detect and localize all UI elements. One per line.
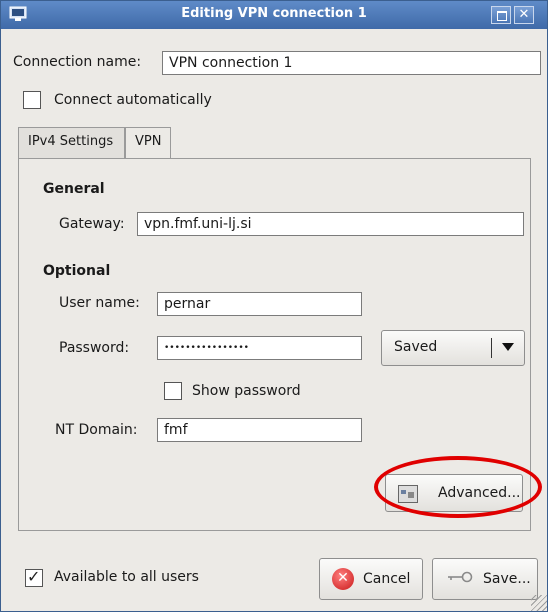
show-password-checkbox[interactable] — [164, 382, 182, 400]
cancel-button-label: Cancel — [363, 571, 411, 587]
general-heading: General — [43, 181, 105, 197]
tab-vpn[interactable]: VPN — [125, 127, 171, 160]
advanced-button[interactable]: Advanced... — [385, 474, 523, 512]
available-to-all-users-checkbox[interactable] — [25, 567, 43, 587]
connection-name-label-text: Connection name: — [13, 54, 142, 70]
advanced-icon — [398, 485, 418, 503]
username-input[interactable]: pernar — [157, 292, 362, 316]
connect-automatically-label: Connect automatically — [54, 92, 212, 108]
save-button-label: Save... — [483, 571, 531, 587]
nt-domain-label: NT Domain: — [55, 422, 138, 438]
close-icon[interactable]: ✕ — [514, 6, 534, 24]
dropdown-arrow-icon — [502, 343, 514, 351]
close-glyph: ✕ — [518, 7, 530, 22]
password-storage-select[interactable]: Saved — [381, 330, 525, 366]
password-label: Password: — [59, 340, 130, 356]
optional-heading: Optional — [43, 263, 111, 279]
vpn-settings-panel: General Gateway: vpn.fmf.uni-lj.si Optio… — [18, 158, 531, 531]
key-icon — [448, 571, 473, 583]
save-button[interactable]: Save... — [432, 558, 538, 600]
cancel-button[interactable]: ✕ Cancel — [319, 558, 423, 600]
connect-automatically-checkbox[interactable] — [23, 91, 41, 109]
resize-grip-icon[interactable] — [531, 595, 547, 611]
window-title: Editing VPN connection 1 — [181, 6, 367, 21]
advanced-button-label: Advanced... — [438, 485, 521, 501]
cancel-icon: ✕ — [332, 568, 354, 590]
password-input[interactable]: •••••••••••••••• — [157, 336, 362, 360]
password-storage-value: Saved — [394, 339, 438, 355]
username-label: User name: — [59, 295, 140, 311]
edit-connection-dialog: Editing VPN connection 1 ✕ Connection na… — [0, 0, 548, 612]
show-password-label: Show password — [192, 383, 301, 399]
cancel-glyph: ✕ — [337, 570, 349, 586]
tab-ipv4-settings[interactable]: IPv4 Settings — [18, 127, 125, 158]
gateway-label: Gateway: — [59, 216, 125, 232]
available-to-all-users-label: Available to all users — [54, 569, 199, 585]
gateway-input[interactable]: vpn.fmf.uni-lj.si — [137, 212, 524, 236]
combo-separator — [491, 338, 492, 358]
tab-vpn-label: VPN — [135, 134, 162, 149]
title-bar[interactable]: Editing VPN connection 1 ✕ — [1, 1, 547, 29]
connection-name-label: Connection name: — [13, 54, 141, 70]
tab-ipv4-settings-label: IPv4 Settings — [28, 134, 114, 149]
connection-name-input[interactable]: VPN connection 1 — [162, 51, 541, 75]
nt-domain-input[interactable]: fmf — [157, 418, 362, 442]
maximize-icon[interactable] — [491, 6, 511, 24]
